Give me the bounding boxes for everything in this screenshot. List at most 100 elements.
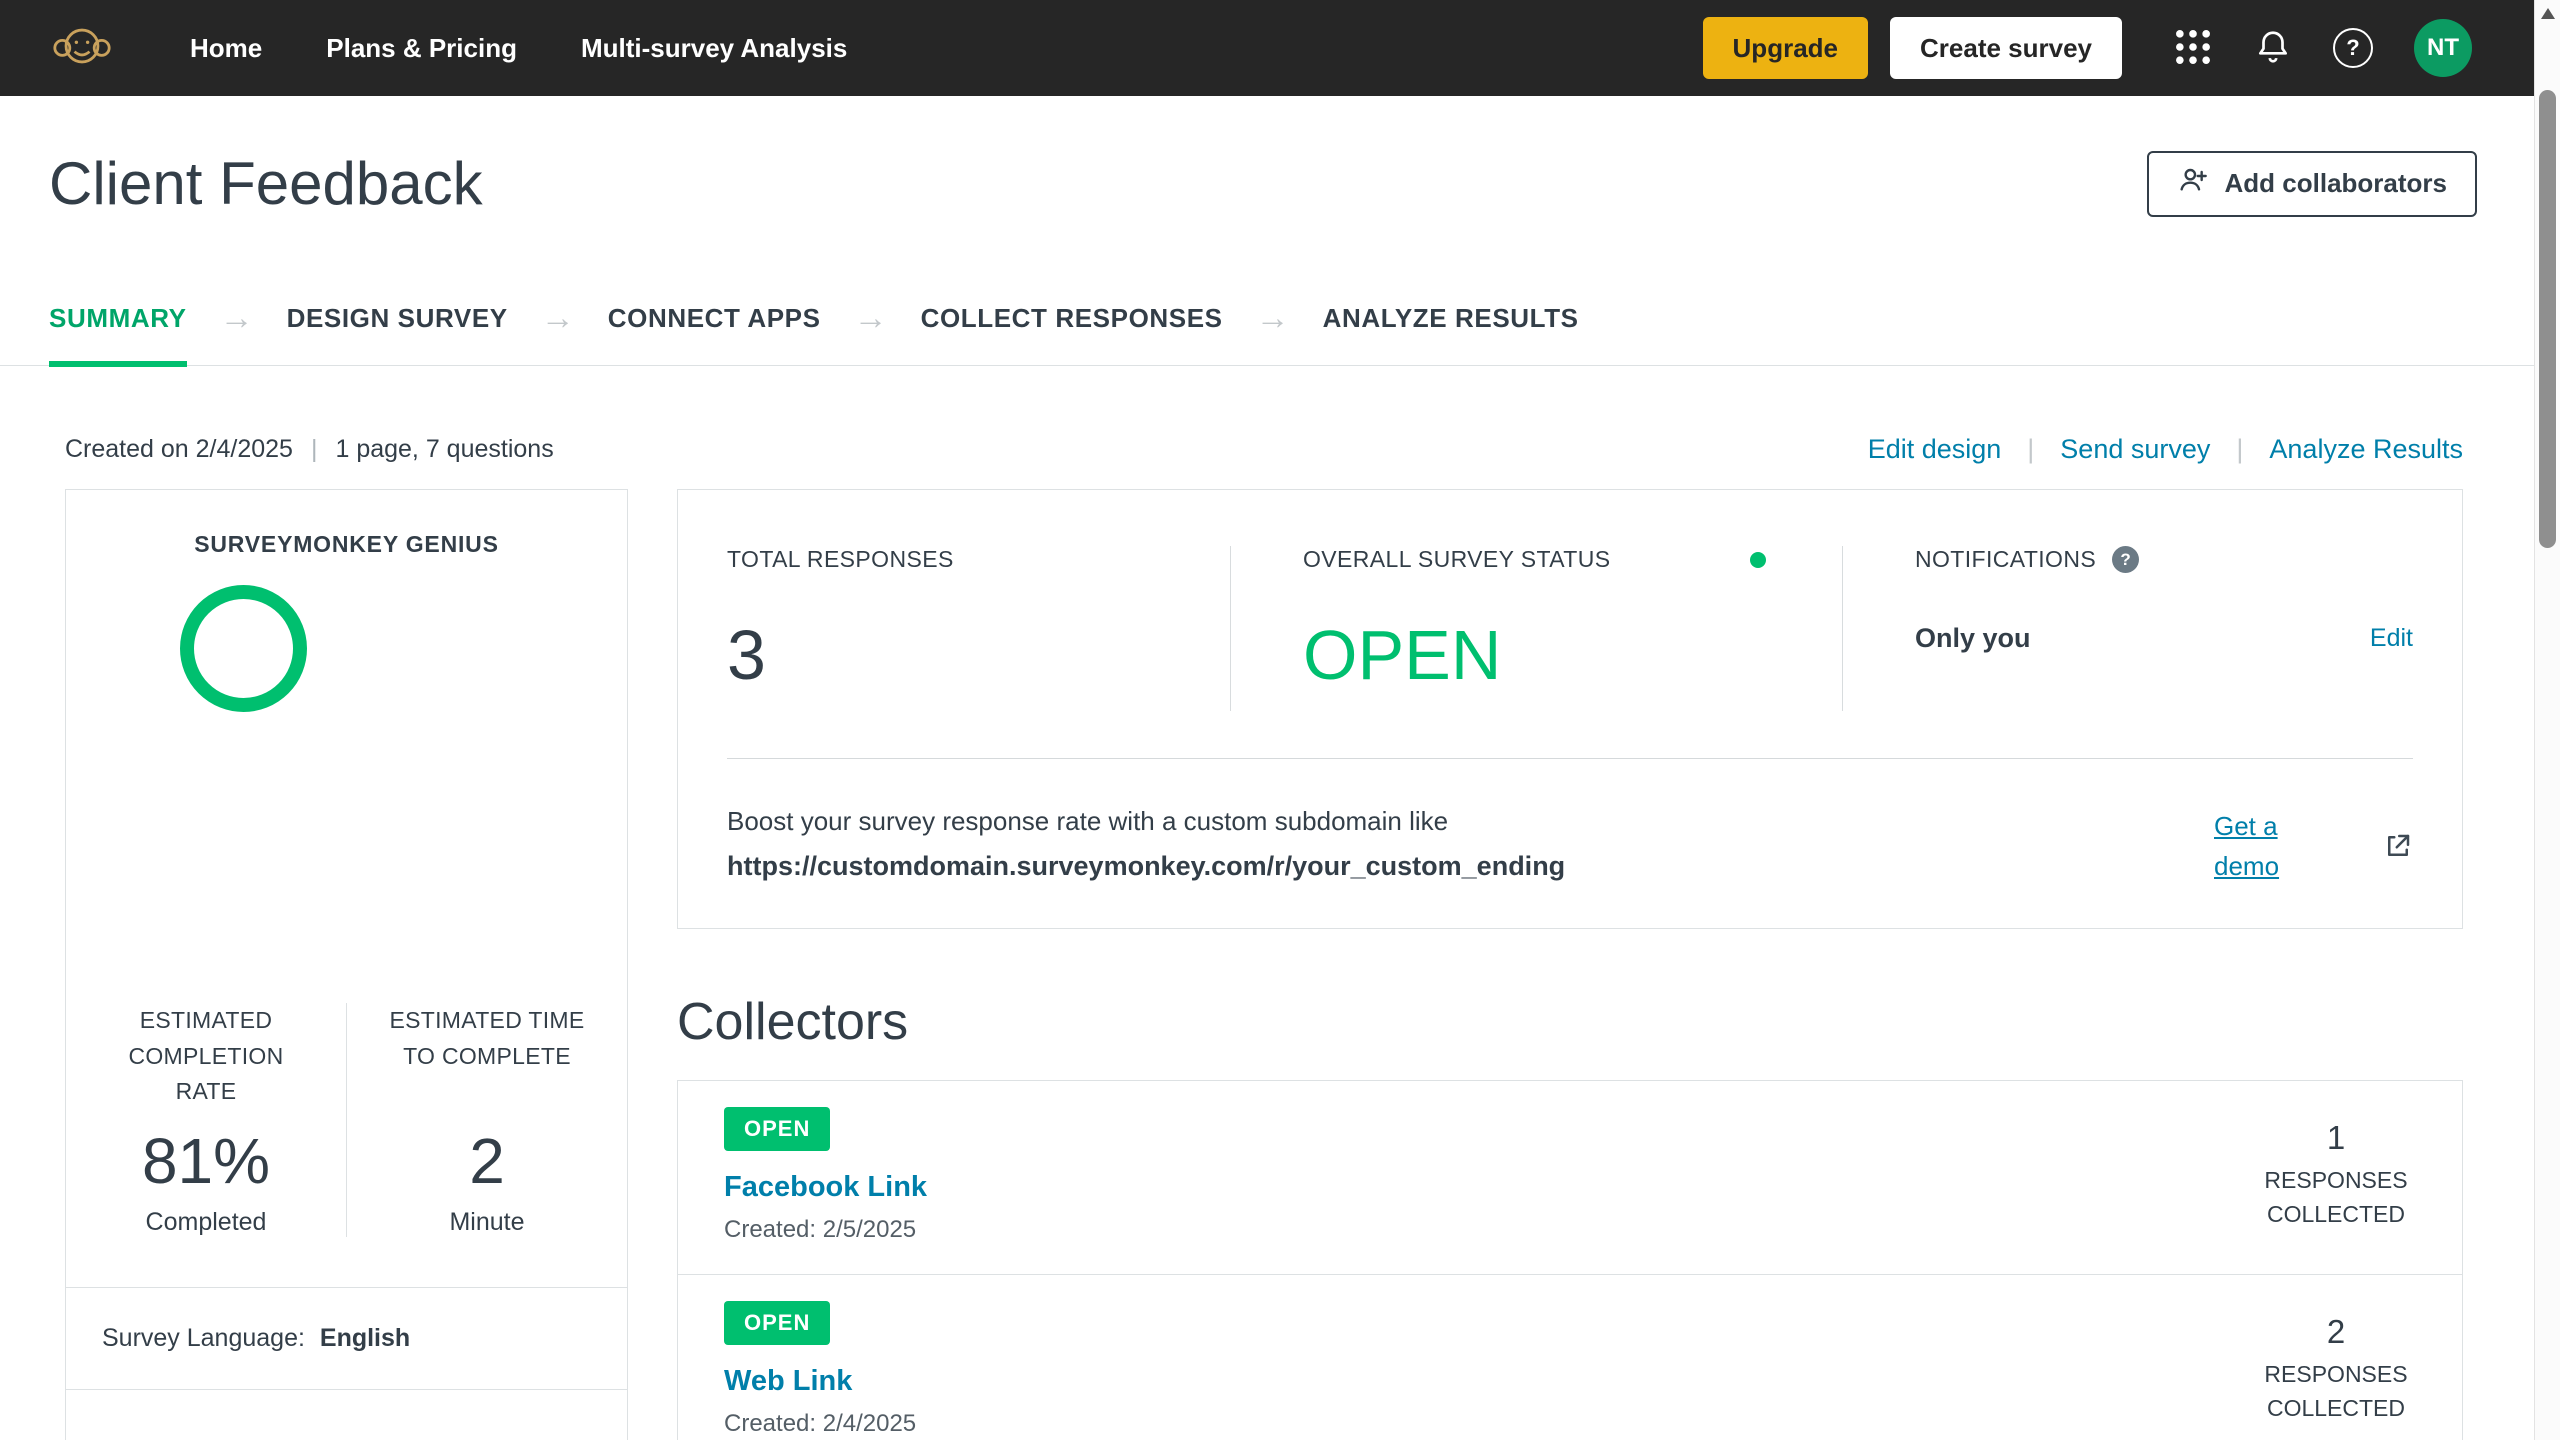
completion-rate-label: ESTIMATED COMPLETION RATE: [128, 1007, 284, 1105]
edit-design-link[interactable]: Edit design: [1868, 434, 2002, 465]
survey-status-stat: OVERALL SURVEY STATUS OPEN: [1231, 546, 1842, 711]
get-a-demo-link[interactable]: Get a demo: [2214, 806, 2306, 887]
collector-row: OPEN Facebook Link Created: 2/5/2025 1 R…: [678, 1081, 2462, 1274]
nav-item-home[interactable]: Home: [190, 33, 262, 64]
notifications-edit-link[interactable]: Edit: [2370, 624, 2413, 653]
help-button[interactable]: ?: [2324, 19, 2382, 77]
time-to-complete-stat: ESTIMATED TIME TO COMPLETE 2 Minute: [346, 1003, 627, 1238]
time-to-complete-label: ESTIMATED TIME TO COMPLETE: [389, 1007, 585, 1069]
survey-language-label: Survey Language:: [102, 1324, 305, 1353]
collector-name-link[interactable]: Facebook Link: [724, 1171, 927, 1204]
collector-info: OPEN Web Link Created: 2/4/2025: [724, 1300, 917, 1438]
survey-meta: Created on 2/4/2025 | 1 page, 7 question…: [65, 435, 554, 464]
notifications-stat: NOTIFICATIONS ? Only you Edit: [1843, 546, 2413, 711]
created-date: Created on 2/4/2025: [65, 435, 293, 463]
send-survey-link[interactable]: Send survey: [2060, 434, 2210, 465]
step-arrow-icon: →: [540, 299, 575, 337]
collector-response-label: RESPONSES COLLECTED: [2264, 1166, 2408, 1228]
survey-overview-card: TOTAL RESPONSES 3 OVERALL SURVEY STATUS …: [677, 489, 2463, 929]
add-collaborators-label: Add collaborators: [2224, 168, 2447, 198]
total-responses-label: TOTAL RESPONSES: [727, 546, 954, 572]
step-summary[interactable]: SUMMARY: [49, 271, 187, 367]
completion-rate-stat: ESTIMATED COMPLETION RATE 81% Completed: [66, 1003, 346, 1237]
collector-status-badge: OPEN: [724, 1106, 831, 1151]
help-icon: ?: [2333, 28, 2373, 68]
scrollbar-up-arrow-icon[interactable]: [2540, 8, 2555, 19]
genius-score-ring: [180, 585, 307, 712]
top-nav: Home Plans & Pricing Multi-survey Analys…: [0, 0, 2560, 96]
collector-name-link[interactable]: Web Link: [724, 1365, 916, 1398]
separator: |: [310, 435, 318, 463]
step-design-survey[interactable]: DESIGN SURVEY: [287, 271, 508, 366]
nav-item-multi-survey-analysis[interactable]: Multi-survey Analysis: [581, 33, 847, 64]
person-add-icon: [2177, 164, 2209, 203]
nav-item-plans-pricing[interactable]: Plans & Pricing: [326, 33, 517, 64]
step-connect-apps[interactable]: CONNECT APPS: [608, 271, 821, 366]
genius-stats: ESTIMATED COMPLETION RATE 81% Completed …: [66, 1003, 627, 1238]
collector-info: OPEN Facebook Link Created: 2/5/2025: [724, 1106, 927, 1244]
survey-status-label: OVERALL SURVEY STATUS: [1303, 546, 1611, 572]
collectors-list: OPEN Facebook Link Created: 2/5/2025 1 R…: [677, 1079, 2463, 1440]
total-responses-value: 3: [727, 616, 766, 694]
completion-rate-sub: Completed: [145, 1207, 267, 1236]
step-analyze-results[interactable]: ANALYZE RESULTS: [1323, 271, 1579, 366]
survey-language-value: English: [319, 1324, 411, 1353]
upgrade-button[interactable]: Upgrade: [1702, 17, 1868, 79]
scrollbar-thumb[interactable]: [2539, 90, 2556, 548]
surveymonkey-logo[interactable]: [52, 23, 112, 74]
nav-right: Upgrade Create survey ? NT: [1702, 17, 2472, 79]
step-arrow-icon: →: [853, 299, 888, 337]
collector-status-badge: OPEN: [724, 1300, 831, 1345]
avatar[interactable]: NT: [2414, 19, 2472, 77]
collector-row: OPEN Web Link Created: 2/4/2025 2 RESPON…: [678, 1273, 2462, 1440]
add-collaborators-button[interactable]: Add collaborators: [2146, 150, 2477, 217]
step-arrow-icon: →: [1255, 299, 1290, 337]
survey-language-row: Survey Language: English: [66, 1288, 627, 1389]
page: Home Plans & Pricing Multi-survey Analys…: [0, 0, 2560, 1440]
divider: [727, 758, 2413, 759]
genius-heading: SURVEYMONKEY GENIUS: [194, 531, 499, 557]
step-arrow-icon: →: [219, 299, 254, 337]
collector-response-label: RESPONSES COLLECTED: [2264, 1360, 2408, 1422]
notifications-button[interactable]: [2244, 19, 2302, 77]
columns: SURVEYMONKEY GENIUS ESTIMATED COMPLETION…: [65, 489, 2463, 1440]
collector-response-count: 2: [2326, 1312, 2346, 1350]
separator: |: [2027, 434, 2035, 464]
page-header: Client Feedback Add collaborators: [0, 96, 2560, 271]
collector-created-date: Created: 2/5/2025: [724, 1215, 917, 1243]
divider: [66, 1389, 627, 1391]
bell-icon: [2254, 28, 2292, 69]
survey-actions: Edit design | Send survey | Analyze Resu…: [1868, 434, 2463, 465]
collector-response-count: 1: [2326, 1118, 2346, 1156]
survey-stepper: SUMMARY → DESIGN SURVEY → CONNECT APPS →…: [0, 271, 2560, 367]
apps-menu-button[interactable]: [2164, 19, 2222, 77]
step-collect-responses[interactable]: COLLECT RESPONSES: [921, 271, 1223, 366]
main-column: TOTAL RESPONSES 3 OVERALL SURVEY STATUS …: [677, 489, 2463, 1440]
collector-responses: 2 RESPONSES COLLECTED: [2256, 1313, 2416, 1426]
status-open-dot: [1750, 551, 1766, 568]
subdomain-example-url: https://customdomain.surveymonkey.com/r/…: [727, 851, 1566, 881]
survey-status-value: OPEN: [1303, 616, 1502, 694]
notifications-label: NOTIFICATIONS: [1915, 546, 2097, 572]
create-survey-button[interactable]: Create survey: [1890, 17, 2122, 79]
external-link-icon[interactable]: [2383, 831, 2413, 861]
monkey-icon: [52, 23, 112, 74]
collectors-heading: Collectors: [677, 992, 909, 1051]
subdomain-promo: Boost your survey response rate with a c…: [727, 806, 2413, 887]
overview-stats: TOTAL RESPONSES 3 OVERALL SURVEY STATUS …: [727, 546, 2413, 711]
content: Created on 2/4/2025 | 1 page, 7 question…: [0, 434, 2560, 1440]
collector-responses: 1 RESPONSES COLLECTED: [2256, 1119, 2416, 1232]
time-to-complete-sub: Minute: [449, 1208, 525, 1237]
scrollbar-track[interactable]: [2534, 0, 2560, 1440]
notifications-help-icon[interactable]: ?: [2112, 546, 2140, 573]
time-to-complete-value: 2: [469, 1125, 505, 1198]
separator: |: [2236, 434, 2244, 464]
collector-created-date: Created: 2/4/2025: [724, 1409, 917, 1437]
notifications-recipients: Only you: [1915, 623, 2031, 653]
subdomain-promo-text: Boost your survey response rate with a c…: [727, 806, 1449, 836]
page-title: Client Feedback: [49, 150, 483, 217]
analyze-results-link[interactable]: Analyze Results: [2269, 434, 2463, 465]
total-responses-stat: TOTAL RESPONSES 3: [727, 546, 1230, 711]
completion-rate-value: 81%: [141, 1124, 271, 1197]
grid-icon: [2174, 28, 2212, 69]
